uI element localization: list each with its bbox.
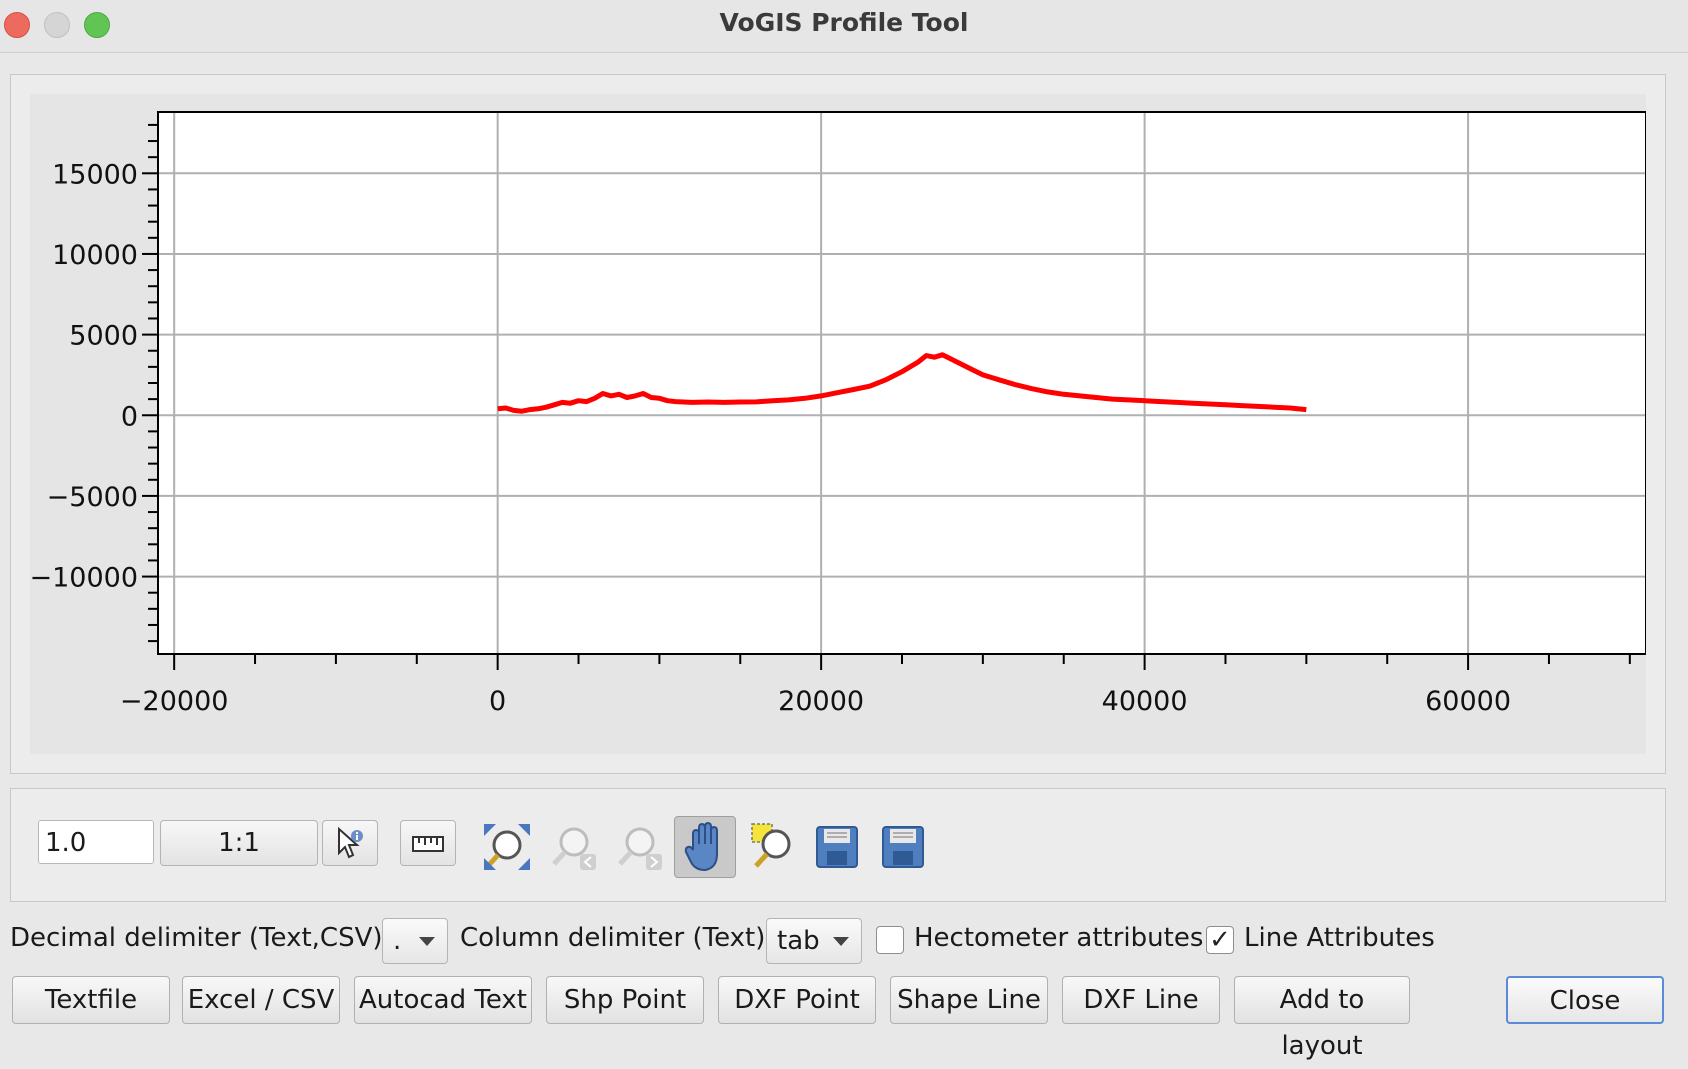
zoom-forward-button: [608, 816, 670, 878]
save-as-icon: [882, 826, 924, 868]
hectometer-checkbox[interactable]: [876, 926, 904, 954]
identify-icon: [338, 827, 363, 859]
zoom-back-button: [542, 816, 604, 878]
measure-button[interactable]: [400, 820, 456, 866]
title-bar: VoGIS Profile Tool: [0, 0, 1688, 53]
measure-icon: [412, 836, 444, 852]
identify-button[interactable]: [322, 820, 378, 866]
window-title: VoGIS Profile Tool: [719, 8, 969, 37]
line-attributes-checkbox[interactable]: ✓: [1206, 926, 1234, 954]
save-icon: [816, 826, 858, 868]
pan-button[interactable]: [674, 816, 736, 878]
zoom-full-icon: [484, 824, 530, 870]
x-tick-label: 40000: [1102, 686, 1188, 717]
scale-button[interactable]: 1:1: [160, 820, 318, 866]
zoom-forward-icon: [618, 827, 662, 870]
exaggeration-input[interactable]: 1.0: [38, 820, 154, 864]
hectometer-label: Hectometer attributes: [914, 923, 1204, 953]
zoom-rect-button[interactable]: [742, 816, 804, 878]
dxf-line-button[interactable]: DXF Line: [1062, 976, 1220, 1024]
column-delimiter-label: Column delimiter (Text):: [460, 923, 775, 953]
x-tick-label: −20000: [120, 686, 229, 717]
zoom-back-icon: [552, 827, 596, 870]
zoom-rect-icon: [751, 823, 791, 868]
y-tick-label: −10000: [30, 563, 138, 594]
pan-icon: [684, 822, 718, 872]
chevron-down-icon: [833, 937, 849, 946]
save-as-button[interactable]: [872, 816, 934, 878]
chevron-down-icon: [419, 937, 435, 946]
check-mark-icon: ✓: [1209, 925, 1231, 955]
y-tick-label: 5000: [69, 321, 138, 352]
y-tick-label: 10000: [52, 240, 138, 271]
excel-csv-button[interactable]: Excel / CSV: [182, 976, 340, 1024]
x-tick-label: 0: [489, 686, 506, 717]
shape-line-button[interactable]: Shape Line: [890, 976, 1048, 1024]
decimal-delimiter-value: .: [393, 926, 402, 956]
close-button[interactable]: Close: [1506, 976, 1664, 1024]
textfile-button[interactable]: Textfile: [12, 976, 170, 1024]
dxf-point-button[interactable]: DXF Point: [718, 976, 876, 1024]
column-delimiter-value: tab: [777, 926, 820, 956]
plot-background: [158, 112, 1646, 654]
zoom-full-button[interactable]: [476, 816, 538, 878]
line-attributes-label: Line Attributes: [1244, 923, 1435, 953]
autocad-text-button[interactable]: Autocad Text: [354, 976, 532, 1024]
decimal-delimiter-label: Decimal delimiter (Text,CSV):: [10, 923, 392, 953]
x-tick-label: 60000: [1425, 686, 1511, 717]
decimal-delimiter-combo[interactable]: .: [382, 918, 448, 964]
x-tick-label: 20000: [778, 686, 864, 717]
column-delimiter-combo[interactable]: tab: [766, 918, 862, 964]
y-tick-label: 15000: [52, 159, 138, 190]
add-to-layout-button[interactable]: Add to layout: [1234, 976, 1410, 1061]
y-tick-label: 0: [121, 401, 138, 432]
save-button[interactable]: [806, 816, 868, 878]
profile-chart[interactable]: −20000 0 20000 40000 60000 15000 10000 5000 0 −50…: [30, 94, 1646, 754]
profile-plot[interactable]: −20000 0 20000 40000 60000 15000 10000 5000 0 −50…: [30, 94, 1646, 754]
y-tick-label: −5000: [47, 482, 138, 513]
shp-point-button[interactable]: Shp Point: [546, 976, 704, 1024]
